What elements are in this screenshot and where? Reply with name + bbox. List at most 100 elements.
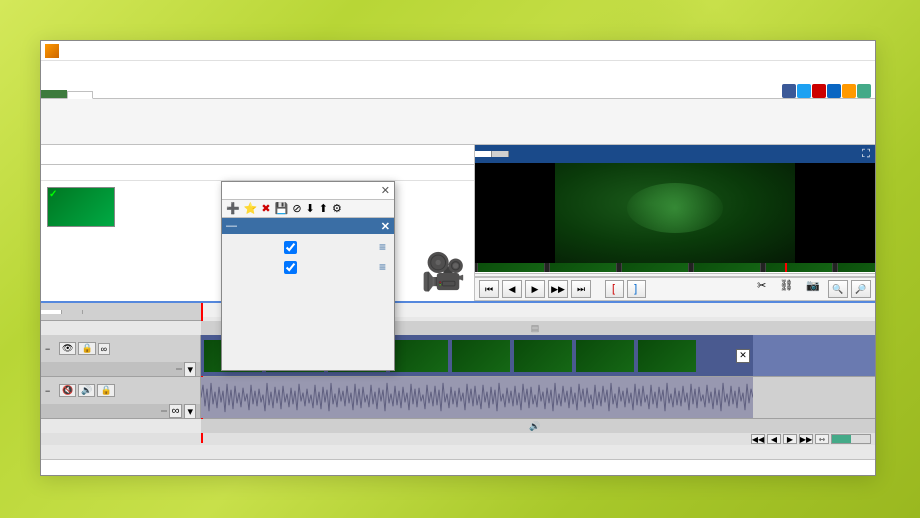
zoom-slider[interactable]: [831, 434, 871, 444]
split-button[interactable]: ✂: [752, 278, 771, 300]
menu-tools[interactable]: [171, 68, 185, 72]
play-button[interactable]: ▶: [525, 280, 545, 298]
mark-start-button[interactable]: [: [605, 280, 624, 298]
filmstrip-frame[interactable]: [621, 263, 689, 272]
settings-icon[interactable]: ⚙: [332, 202, 342, 215]
track-menu-icon[interactable]: ▾: [184, 362, 196, 377]
tab-sequence-preview[interactable]: [492, 151, 509, 157]
paste-icon[interactable]: [424, 166, 438, 180]
filmstrip-playhead[interactable]: [785, 263, 787, 272]
view-icon[interactable]: [376, 166, 390, 180]
track-menu-icon[interactable]: ▾: [184, 404, 196, 419]
solo-icon[interactable]: 🔊: [78, 384, 95, 397]
menu-view[interactable]: [185, 68, 199, 72]
close-icon[interactable]: ✕: [381, 184, 390, 197]
tab-storyboard[interactable]: [62, 310, 83, 314]
redo-icon[interactable]: [138, 44, 151, 57]
preview-viewport[interactable]: [475, 163, 875, 263]
save-preset-icon[interactable]: 💾: [275, 202, 289, 215]
menu-export[interactable]: [157, 68, 171, 72]
menu-edit[interactable]: [59, 68, 73, 72]
vignette-checkbox[interactable]: [284, 261, 297, 274]
maximize-preview-icon[interactable]: ⛶: [857, 145, 875, 163]
up-icon[interactable]: ⬆: [319, 202, 328, 215]
save-icon[interactable]: [93, 44, 106, 57]
menu-sequence[interactable]: [101, 68, 115, 72]
bookmark-icon[interactable]: ⭐: [244, 202, 258, 215]
menu-video-effects[interactable]: [115, 68, 129, 72]
effect-header[interactable]: — ✕: [222, 218, 394, 234]
menu-file[interactable]: [45, 68, 59, 72]
filmstrip-frame[interactable]: [477, 263, 545, 272]
goto-end-button[interactable]: ⏭: [571, 280, 591, 298]
tab-clip-preview[interactable]: [475, 151, 492, 157]
collapse-icon[interactable]: −: [45, 344, 57, 354]
eye-icon[interactable]: 👁: [59, 342, 76, 355]
filmstrip-frame[interactable]: [765, 263, 833, 272]
undo-icon[interactable]: [123, 44, 136, 57]
clip-end-handle[interactable]: ✕: [736, 349, 750, 363]
down-icon[interactable]: ⬇: [306, 202, 315, 215]
step-back-button[interactable]: ◀: [502, 280, 522, 298]
menu-audio-effects[interactable]: [129, 68, 143, 72]
zoom-fit-icon[interactable]: ⇿: [815, 434, 829, 444]
share-icon[interactable]: [857, 84, 871, 98]
goto-start-button[interactable]: ⏮: [479, 280, 499, 298]
ribbon-tab-suite[interactable]: [197, 90, 223, 98]
new-icon[interactable]: [63, 44, 76, 57]
ribbon-tab-audio[interactable]: [145, 90, 171, 98]
maximize-button[interactable]: [791, 41, 831, 61]
zoom-in-icon[interactable]: 🔎: [851, 280, 871, 298]
filmstrip-frame[interactable]: [837, 263, 875, 272]
menu-transitions[interactable]: [143, 68, 157, 72]
filmstrip-frame[interactable]: [549, 263, 617, 272]
clear-icon[interactable]: ⊘: [292, 202, 301, 215]
unlink-button[interactable]: ⛓: [774, 278, 798, 300]
scroll-right-icon[interactable]: ▶: [783, 434, 797, 444]
scroll-start-icon[interactable]: ◀◀: [751, 434, 765, 444]
collapse-icon[interactable]: −: [45, 386, 57, 396]
open-icon[interactable]: [78, 44, 91, 57]
fx-button[interactable]: [161, 410, 167, 412]
ribbon-tab-home[interactable]: [67, 91, 93, 99]
mute-icon[interactable]: 🔇: [59, 384, 76, 397]
close-button[interactable]: [831, 41, 871, 61]
tab-timeline[interactable]: [41, 310, 62, 314]
filmstrip-frame[interactable]: [693, 263, 761, 272]
twitter-icon[interactable]: [797, 84, 811, 98]
delete-icon[interactable]: [392, 166, 406, 180]
scroll-left-icon[interactable]: ◀: [767, 434, 781, 444]
enable-checkbox[interactable]: [284, 241, 297, 254]
facebook-icon[interactable]: [782, 84, 796, 98]
lock-icon[interactable]: 🔒: [97, 384, 114, 397]
list-icon[interactable]: [440, 166, 454, 180]
menu-help[interactable]: [199, 68, 213, 72]
ribbon-tab-clips[interactable]: [93, 90, 119, 98]
effects-dialog[interactable]: ✕ ➕ ⭐ ✖ 💾 ⊘ ⬇ ⬆ ⚙ — ✕ ≡ ≡: [221, 181, 395, 371]
fx-button[interactable]: [176, 368, 182, 370]
audio-track-content[interactable]: [201, 377, 875, 418]
google-icon[interactable]: [812, 84, 826, 98]
ribbon-tab-file[interactable]: [41, 90, 67, 98]
add-effect-icon[interactable]: ➕: [226, 202, 240, 215]
snapshot-button[interactable]: 📷: [801, 278, 825, 300]
ribbon-tab-sequence[interactable]: [119, 90, 145, 98]
audio-clip[interactable]: [201, 377, 753, 418]
audio-drop-hint[interactable]: [201, 419, 875, 433]
row-menu-icon[interactable]: ≡: [379, 260, 386, 274]
step-fwd-button[interactable]: ▶▶: [548, 280, 568, 298]
link-icon[interactable]: ∞: [98, 343, 110, 355]
lock-icon[interactable]: 🔒: [78, 342, 95, 355]
linkedin-icon[interactable]: [827, 84, 841, 98]
filmstrip[interactable]: [475, 263, 875, 272]
collapse-effect-icon[interactable]: ✕: [381, 220, 390, 233]
zoom-out-icon[interactable]: 🔍: [828, 280, 848, 298]
mark-end-button[interactable]: ]: [627, 280, 646, 298]
remove-effect-icon[interactable]: ✖: [261, 202, 270, 215]
scroll-end-icon[interactable]: ▶▶: [799, 434, 813, 444]
minimize-button[interactable]: [751, 41, 791, 61]
link-icon[interactable]: ∞: [169, 404, 183, 418]
add-icon[interactable]: [408, 166, 422, 180]
menu-clip[interactable]: [73, 68, 87, 72]
row-menu-icon[interactable]: ≡: [379, 240, 386, 254]
